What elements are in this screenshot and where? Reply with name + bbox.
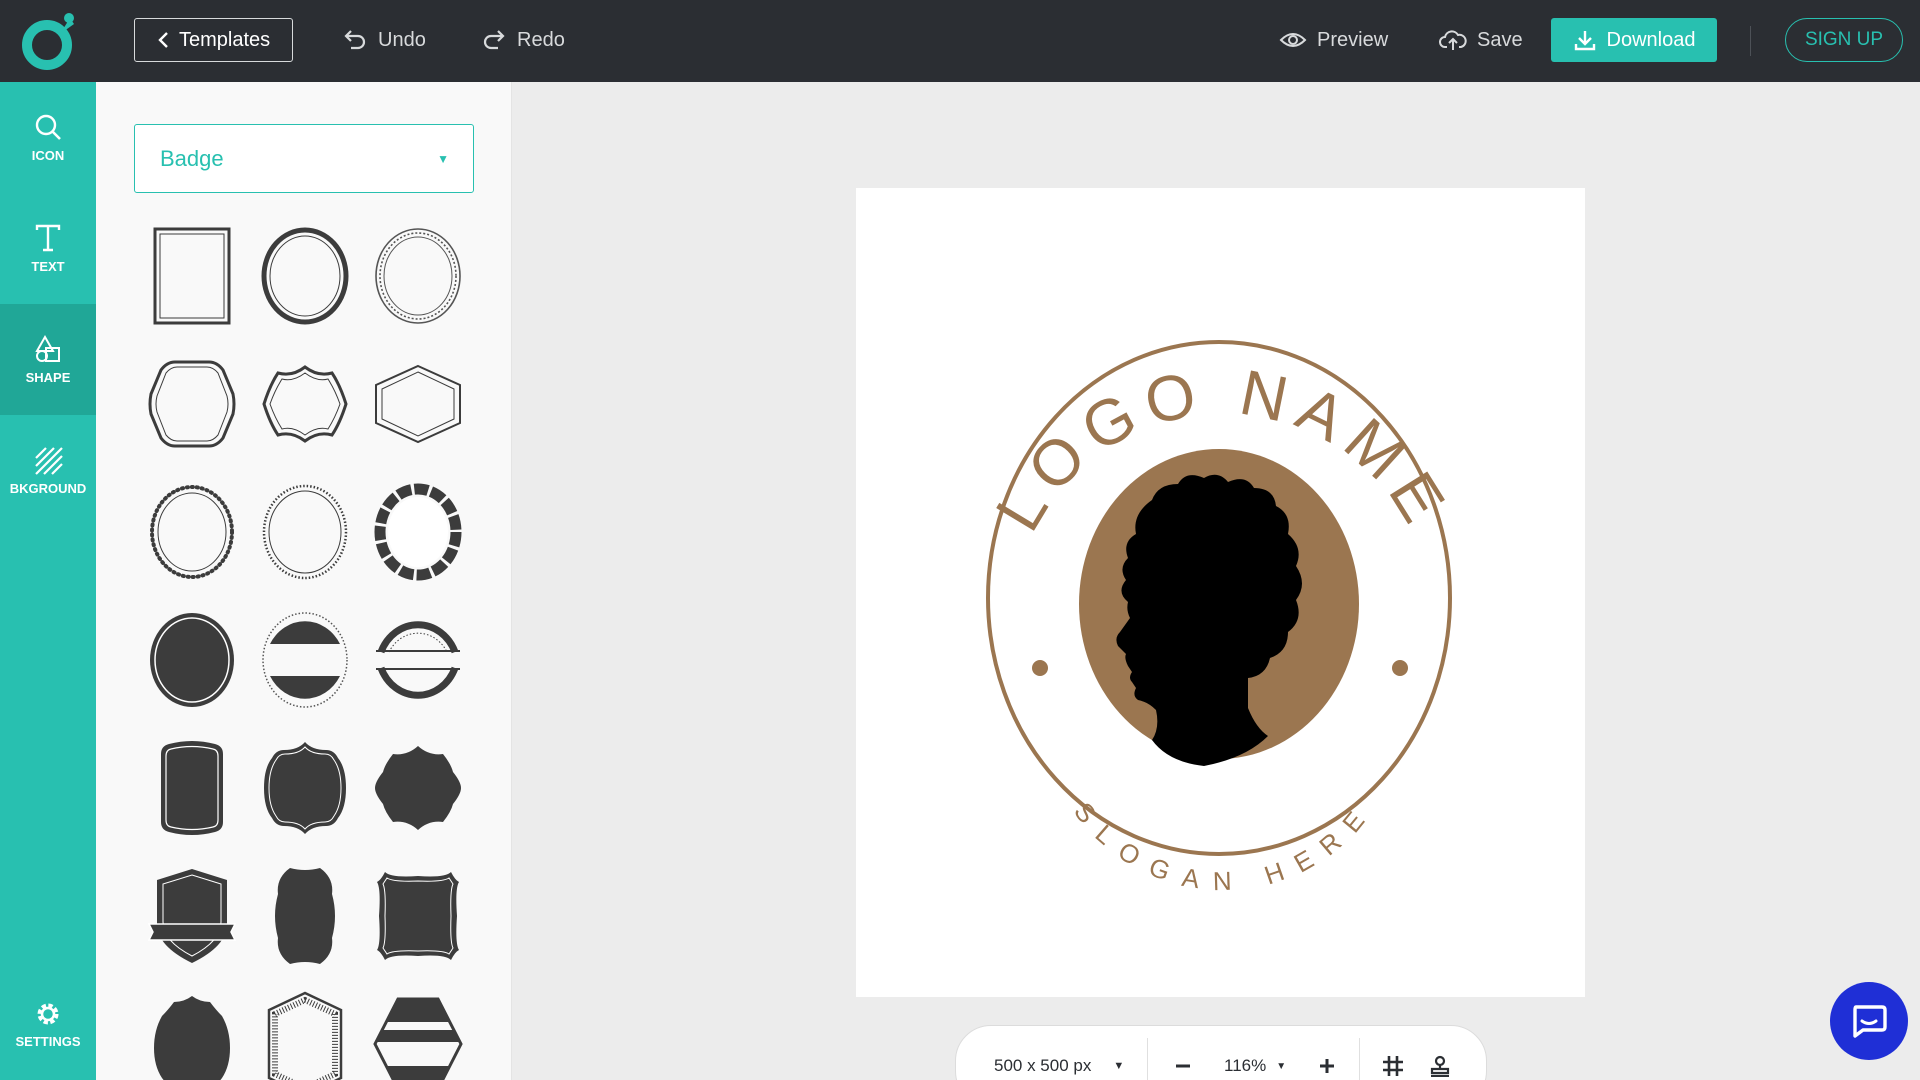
zoom-out-button[interactable] xyxy=(1174,1046,1192,1080)
logo-slogan-text: SLOGAN HERE xyxy=(1068,796,1378,896)
sidebar-item-label: BKGROUND xyxy=(9,481,87,496)
app-logo[interactable] xyxy=(20,12,76,70)
sidebar-item-background[interactable]: BKGROUND xyxy=(0,415,96,526)
caret-down-icon: ▼ xyxy=(1276,1060,1287,1072)
plus-icon xyxy=(1320,1059,1334,1073)
background-icon xyxy=(35,447,63,475)
badge-shape-banded-hexagon[interactable] xyxy=(362,980,474,1080)
download-button[interactable]: Download xyxy=(1551,18,1717,62)
sidebar-item-settings[interactable]: SETTINGS xyxy=(0,969,96,1080)
badge-shape-wavy[interactable] xyxy=(249,340,361,468)
badge-shape-oval-bold[interactable] xyxy=(249,212,361,340)
badge-shape-tall-label[interactable] xyxy=(136,724,248,852)
design-canvas[interactable]: LOGO NAME SLOGAN HERE xyxy=(856,188,1585,997)
search-icon xyxy=(35,114,61,140)
zoom-level-value: 116% xyxy=(1224,1056,1267,1075)
shape-panel: Badge ▼ xyxy=(96,82,512,1080)
canvas-size-select[interactable]: 500 x 500 px ▼ xyxy=(994,1046,1124,1080)
templates-button[interactable]: Templates xyxy=(134,18,293,62)
text-icon xyxy=(35,224,61,252)
logo-editor-app: Templates Undo Redo Preview Save Downloa… xyxy=(0,0,1920,1080)
tool-sidebar: ICON TEXT SHAPE BKGROUND SETTINGS xyxy=(0,82,96,1080)
stamp-icon xyxy=(1430,1055,1450,1077)
category-value: Badge xyxy=(160,145,224,171)
preview-label: Preview xyxy=(1317,28,1389,51)
badge-shape-filled-oval[interactable] xyxy=(136,596,248,724)
badge-shape-shield-ribbon[interactable] xyxy=(136,852,248,980)
badge-shape-hexagon[interactable] xyxy=(362,340,474,468)
badge-shape-capsule[interactable] xyxy=(249,852,361,980)
badge-shape-split-oval[interactable] xyxy=(362,596,474,724)
canvas-toolbar: 500 x 500 px ▼ 116% ▼ xyxy=(955,1025,1487,1080)
undo-label: Undo xyxy=(378,28,426,51)
topbar-divider xyxy=(1750,26,1751,56)
signup-button[interactable]: SIGN UP xyxy=(1785,18,1903,62)
redo-icon xyxy=(483,30,505,50)
sidebar-item-label: SHAPE xyxy=(25,370,71,385)
align-center-button[interactable] xyxy=(1429,1046,1451,1080)
save-label: Save xyxy=(1477,28,1523,51)
chevron-left-icon xyxy=(158,32,168,48)
badge-shape-notched-square[interactable] xyxy=(362,852,474,980)
sidebar-item-shape[interactable]: SHAPE xyxy=(0,304,96,415)
caret-down-icon: ▼ xyxy=(437,151,449,166)
undo-icon xyxy=(344,30,366,50)
gear-icon xyxy=(37,1003,59,1025)
sidebar-item-text[interactable]: TEXT xyxy=(0,193,96,304)
toolbar-separator xyxy=(1147,1038,1148,1080)
sidebar-item-icon[interactable]: ICON xyxy=(0,82,96,193)
sidebar-item-label: ICON xyxy=(31,148,65,163)
save-button[interactable]: Save xyxy=(1439,18,1523,62)
logo-dot-left xyxy=(1032,660,1048,676)
toolbar-separator xyxy=(1359,1038,1360,1080)
grid-icon xyxy=(1383,1056,1403,1076)
logo-dot-right xyxy=(1392,660,1408,676)
zoom-in-button[interactable] xyxy=(1318,1046,1336,1080)
badge-shape-dotted-oval[interactable] xyxy=(249,468,361,596)
badge-shape-ornate-oval[interactable] xyxy=(136,980,248,1080)
zoom-level-select[interactable]: 116% ▼ xyxy=(1224,1046,1286,1080)
badge-shape-octagon-round[interactable] xyxy=(136,340,248,468)
shape-category-select[interactable]: Badge ▼ xyxy=(134,124,474,193)
chat-support-button[interactable] xyxy=(1830,982,1908,1060)
preview-button[interactable]: Preview xyxy=(1279,18,1388,62)
signup-label: SIGN UP xyxy=(1804,29,1884,50)
download-icon xyxy=(1574,31,1595,51)
caret-down-icon: ▼ xyxy=(1113,1060,1125,1072)
badge-shape-scalloped-ring[interactable] xyxy=(362,468,474,596)
templates-label: Templates xyxy=(179,28,271,51)
badge-shape-rectangle[interactable] xyxy=(136,212,248,340)
badge-shape-striped-hexagon[interactable] xyxy=(249,980,361,1080)
undo-button[interactable]: Undo xyxy=(342,18,426,62)
shapes-icon xyxy=(35,334,60,362)
top-bar: Templates Undo Redo Preview Save Downloa… xyxy=(0,0,1920,82)
badge-shape-ornate-label[interactable] xyxy=(249,724,361,852)
eye-icon xyxy=(1279,33,1307,47)
badge-shape-bulb-label[interactable] xyxy=(362,724,474,852)
badge-shape-banded-oval[interactable] xyxy=(249,596,361,724)
settings-label: SETTINGS xyxy=(15,1034,81,1049)
redo-button[interactable]: Redo xyxy=(481,18,565,62)
cloud-upload-icon xyxy=(1439,30,1467,50)
sidebar-item-label: TEXT xyxy=(31,259,65,274)
canvas-size-value: 500 x 500 px xyxy=(994,1056,1092,1075)
minus-icon xyxy=(1176,1064,1190,1068)
chat-bubble-icon xyxy=(1853,1005,1887,1038)
badge-shape-beaded-oval[interactable] xyxy=(136,468,248,596)
grid-toggle-button[interactable] xyxy=(1382,1046,1404,1080)
redo-label: Redo xyxy=(517,28,565,51)
logo-artwork[interactable]: LOGO NAME SLOGAN HERE xyxy=(856,188,1585,997)
download-label: Download xyxy=(1606,28,1696,51)
badge-shape-oval-double[interactable] xyxy=(362,212,474,340)
